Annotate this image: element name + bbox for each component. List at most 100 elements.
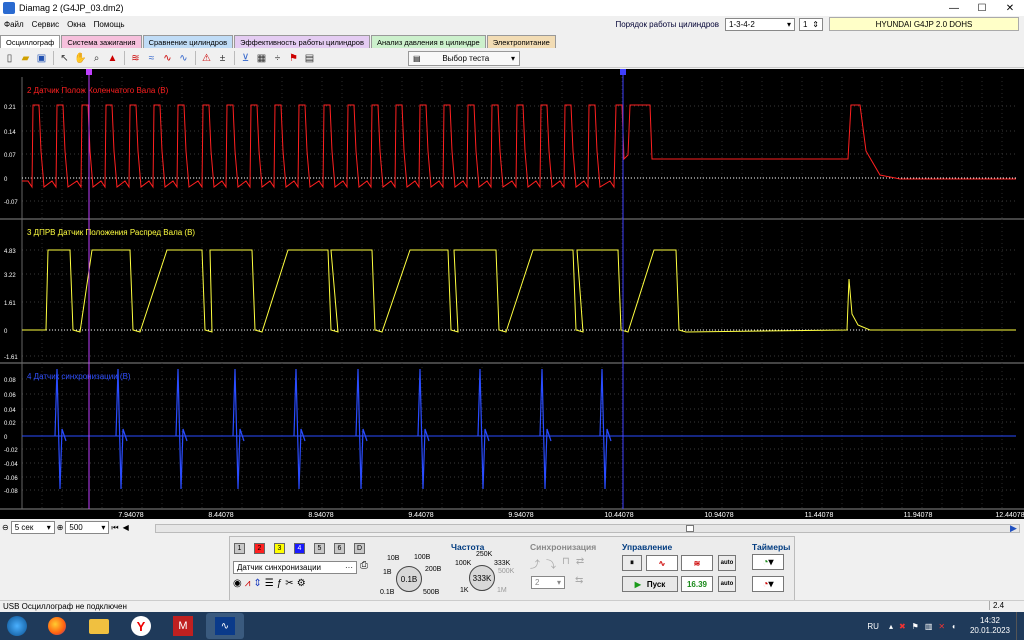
tab-cylinder-compare[interactable]: Сравнение цилиндров <box>142 35 234 48</box>
tools-icon[interactable]: ✂ <box>285 578 293 589</box>
oscilloscope-view[interactable]: 0.21 0.14 0.07 0 -0.07 2 Датчик Полож Коленча… <box>0 69 1024 519</box>
spin-icon: ⇕ <box>812 19 819 29</box>
cursor-icon[interactable]: ↖ <box>57 51 72 66</box>
channel-button-2[interactable]: 2 <box>254 543 265 554</box>
channel-button-4[interactable]: 4 <box>294 543 305 554</box>
lines-icon[interactable]: ☰ <box>265 578 274 589</box>
scrollbar-thumb[interactable] <box>686 525 694 532</box>
oscilloscope-canvas[interactable]: 0.21 0.14 0.07 0 -0.07 2 Датчик Полож Коленча… <box>0 69 1024 519</box>
waveform-d-icon[interactable]: ∿ <box>176 51 191 66</box>
toolbar-divider <box>234 51 235 65</box>
tray-arrow-icon[interactable]: ▴ <box>889 622 893 631</box>
taskbar-yandex[interactable]: Y <box>122 613 160 639</box>
open-folder-icon[interactable]: ▰ <box>18 51 33 66</box>
time-scrollbar[interactable] <box>155 524 1020 533</box>
channel-button-digital[interactable]: D <box>354 543 365 554</box>
auto-trigger-button[interactable]: auto <box>718 576 736 592</box>
volume-icon[interactable]: ◖ <box>951 622 956 631</box>
first-page-icon[interactable]: ⏮ <box>111 523 118 533</box>
taskbar-firefox[interactable] <box>38 613 76 639</box>
start-button[interactable]: ▶ Пуск <box>622 576 678 592</box>
taskbar-diamag[interactable]: ∿ <box>206 613 244 639</box>
sync-fall-icon[interactable]: ⤵ <box>546 556 556 571</box>
frequency-knob[interactable]: 333K <box>469 565 495 591</box>
tray-app-icon[interactable]: ✖ <box>899 622 906 631</box>
menu-windows[interactable]: Окна <box>63 20 90 29</box>
zoom-out-icon[interactable]: ⊖ <box>2 523 9 532</box>
marker-icon[interactable]: ▲ <box>105 51 120 66</box>
sync-pulse-icon[interactable]: ⊓ <box>562 556 570 571</box>
volts-knob[interactable]: 0.1В <box>396 566 422 592</box>
channel-button-1[interactable]: 1 <box>234 543 245 554</box>
save-icon[interactable]: ▣ <box>34 51 49 66</box>
tab-ignition[interactable]: Система зажигания <box>61 35 142 48</box>
start-menu-button[interactable] <box>0 613 34 639</box>
document-icon[interactable]: ▤ <box>302 51 317 66</box>
hand-icon[interactable]: ✋ <box>73 51 88 66</box>
waveform-c-icon[interactable]: ∿ <box>160 51 175 66</box>
menu-help[interactable]: Помощь <box>90 20 129 29</box>
tab-power-supply[interactable]: Электропитание <box>486 35 556 48</box>
play-icon[interactable]: ▶ <box>1010 523 1017 534</box>
points-select[interactable]: 500 ▾ <box>65 521 110 534</box>
menu-service[interactable]: Сервис <box>28 20 63 29</box>
timer-2-button[interactable]: ◔ ▾ <box>752 576 784 592</box>
grid-icon[interactable]: ▦ <box>254 51 269 66</box>
sync-rise-icon[interactable]: ⤴ <box>530 556 540 571</box>
settings-icon[interactable]: ⚙ <box>297 578 306 589</box>
invert-icon[interactable]: ⇕ <box>253 578 261 589</box>
print-icon[interactable]: ⎙ <box>360 560 368 571</box>
firing-order-select[interactable]: 1-3-4-2 ▾ <box>725 17 795 31</box>
signal-icon[interactable]: ⩘ <box>245 578 251 589</box>
sine-mode-button[interactable]: ∿ <box>646 555 678 571</box>
language-indicator[interactable]: RU <box>867 622 879 631</box>
function-icon[interactable]: ƒ <box>277 578 283 589</box>
prev-page-icon[interactable]: ◀ <box>123 523 129 532</box>
y-tick-label: -0.08 <box>4 489 18 495</box>
waveform-b-icon[interactable]: ≈ <box>144 51 159 66</box>
timer-1-button[interactable]: ◔ ▾ <box>752 554 784 570</box>
taskbar-explorer[interactable] <box>80 613 118 639</box>
measure-icon[interactable]: ⚠ <box>199 51 214 66</box>
channel-button-3[interactable]: 3 <box>274 543 285 554</box>
sync-mode-icon[interactable]: ⇆ <box>575 575 583 586</box>
flag-icon[interactable]: ⚑ <box>286 51 301 66</box>
filter-icon[interactable]: ⊻ <box>238 51 253 66</box>
offset-icon[interactable]: ± <box>215 51 230 66</box>
waveform-a-icon[interactable]: ≋ <box>128 51 143 66</box>
taskbar-app-red[interactable]: M <box>164 613 202 639</box>
cylinder-value: 1 <box>803 19 808 29</box>
y-tick-label: 0.08 <box>4 378 16 384</box>
chevron-down-icon: ▾ <box>46 523 51 532</box>
new-file-icon[interactable]: ▯ <box>2 51 17 66</box>
volt-label-01v: 0.1В <box>380 589 395 596</box>
tab-oscilloscope[interactable]: Осциллограф <box>0 35 61 48</box>
close-button[interactable]: ✕ <box>996 0 1024 16</box>
split-icon[interactable]: ÷ <box>270 51 285 66</box>
channel-button-6[interactable]: 6 <box>334 543 345 554</box>
pause-button[interactable]: ⏸ <box>622 555 642 571</box>
tab-cylinder-pressure[interactable]: Анализ давления в цилиндре <box>370 35 486 48</box>
eye-icon[interactable]: ◉ <box>233 578 242 589</box>
engine-settings: Порядок работы цилиндров 1-3-4-2 ▾ 1 ⇕ HYU… <box>615 17 1024 31</box>
network-error-icon[interactable]: ✕ <box>938 622 945 631</box>
sync-channel-select[interactable]: 2 ▾ <box>531 576 565 589</box>
sync-level-icon[interactable]: ⇄ <box>576 556 584 571</box>
minimize-button[interactable]: — <box>940 0 968 16</box>
clock[interactable]: 14:32 20.01.2023 <box>970 616 1010 636</box>
maximize-button[interactable]: ☐ <box>968 0 996 16</box>
zoom-icon[interactable]: ⌕ <box>89 51 104 66</box>
zoom-in-icon[interactable]: ⊕ <box>57 523 64 532</box>
auto-range-button[interactable]: auto <box>718 555 736 571</box>
tab-cylinder-efficiency[interactable]: Эффективность работы цилиндров <box>234 35 370 48</box>
time-per-screen-select[interactable]: 5 сек ▾ <box>10 521 55 534</box>
channel-name-select[interactable]: Датчик синхронизации ··· <box>233 561 357 574</box>
noise-mode-button[interactable]: ≋ <box>681 555 713 571</box>
test-select[interactable]: ▤ Выбор теста ▾ <box>408 51 520 66</box>
network-icon[interactable]: ▥ <box>925 622 933 631</box>
cylinder-stepper[interactable]: 1 ⇕ <box>799 17 823 31</box>
show-desktop-button[interactable] <box>1016 612 1024 640</box>
channel-button-5[interactable]: 5 <box>314 543 325 554</box>
flag-icon[interactable]: ⚑ <box>912 622 919 631</box>
menu-file[interactable]: Файл <box>0 20 28 29</box>
